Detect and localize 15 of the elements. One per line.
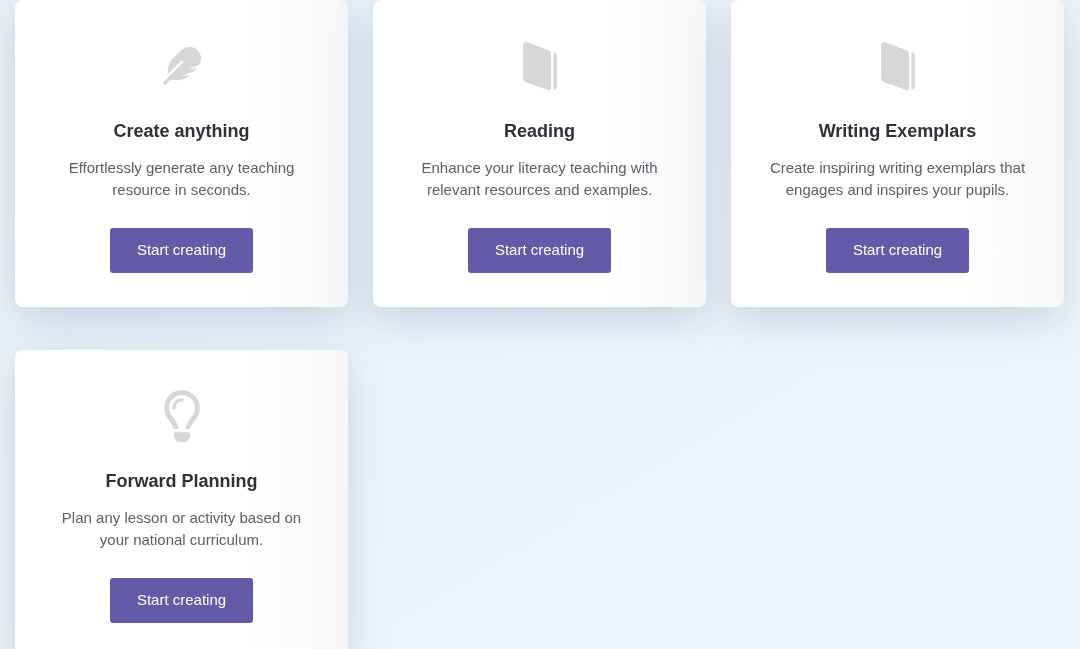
start-creating-button[interactable]: Start creating — [110, 578, 253, 623]
card-title: Reading — [504, 120, 575, 143]
lightbulb-icon — [162, 390, 201, 442]
start-creating-button[interactable]: Start creating — [468, 228, 611, 273]
card-description: Create inspiring writing exemplars that engages and inspires your pupils. — [768, 158, 1027, 200]
book-icon — [520, 40, 559, 92]
card-description: Enhance your literacy teaching with relevant resources and examples. — [420, 158, 659, 200]
card-title: Create anything — [113, 120, 250, 143]
book-icon — [878, 40, 917, 92]
card-title: Forward Planning — [105, 470, 258, 493]
card-description: Plan any lesson or activity based on your national curriculum. — [60, 508, 303, 550]
start-creating-button[interactable]: Start creating — [110, 228, 253, 273]
start-creating-button[interactable]: Start creating — [826, 228, 969, 273]
card-title: Writing Exemplars — [818, 120, 977, 143]
card-description: Effortlessly generate any teaching resource in seconds. — [67, 158, 296, 200]
